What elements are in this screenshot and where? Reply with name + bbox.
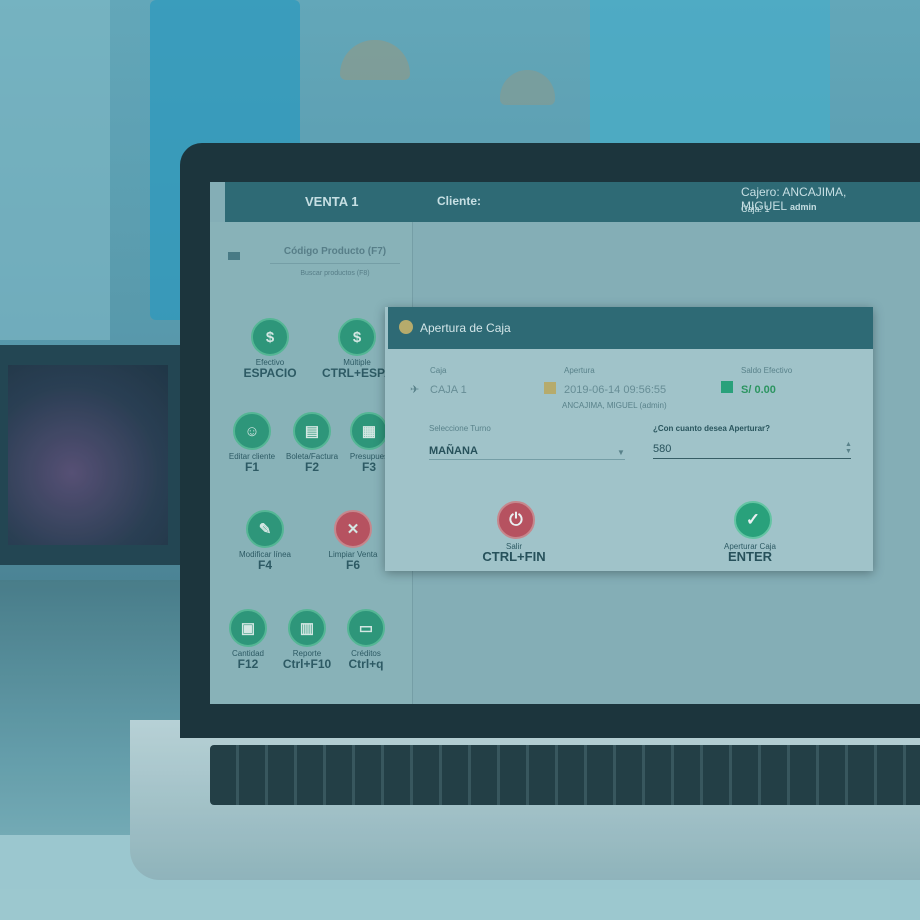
opening-datetime: 2019-06-14 09:56:55 xyxy=(564,384,667,396)
dialog-title: Apertura de Caja xyxy=(420,321,511,335)
open-register-button[interactable]: ✓ xyxy=(734,501,772,539)
opening-amount-input[interactable] xyxy=(653,440,851,459)
multi-payment-icon: $ xyxy=(338,318,376,356)
credits-button[interactable]: ▭ Créditos Ctrl+q xyxy=(331,609,401,671)
background-monitor xyxy=(0,345,180,565)
background-window xyxy=(0,0,110,340)
cash-balance-label: Saldo Efectivo xyxy=(741,366,793,375)
cash-button[interactable]: $ Efectivo ESPACIO xyxy=(235,318,305,380)
exit-key: CTRL+FIN xyxy=(482,549,546,564)
open-register-dialog: Apertura de Caja Caja ✈ CAJA 1 Apertura … xyxy=(385,307,873,571)
clear-icon: ✕ xyxy=(334,510,372,548)
left-function-panel: Código Producto (F7) Buscar productos (F… xyxy=(210,222,413,704)
open-register-key: ENTER xyxy=(727,549,773,564)
shift-label: Seleccione Turno xyxy=(429,424,491,433)
modify-line-button[interactable]: ✎ Modificar línea F4 xyxy=(230,510,300,572)
edit-client-icon: ☺ xyxy=(233,412,271,450)
shift-underline xyxy=(429,459,625,460)
report-icon: ▥ xyxy=(288,609,326,647)
budget-icon: ▦ xyxy=(350,412,388,450)
clock-icon xyxy=(544,382,556,394)
function-key: Ctrl+q xyxy=(348,657,384,671)
function-key: F4 xyxy=(257,558,272,572)
register-value: CAJA 1 xyxy=(430,384,467,396)
background-monitor-screen xyxy=(8,365,168,545)
quantity-icon: ▣ xyxy=(229,609,267,647)
edit-line-icon: ✎ xyxy=(246,510,284,548)
opening-label: Apertura xyxy=(564,366,595,375)
function-key: CTRL+ESPAC xyxy=(322,366,402,380)
background-window xyxy=(590,0,830,150)
credits-icon: ▭ xyxy=(347,609,385,647)
dialog-header: Apertura de Caja xyxy=(388,307,873,349)
power-icon: ⏻ xyxy=(509,510,523,529)
multiple-payment-button[interactable]: $ Múltiple CTRL+ESPAC xyxy=(322,318,402,380)
grid-icon[interactable] xyxy=(228,252,240,260)
cashier-role: admin xyxy=(790,202,817,212)
exit-button[interactable]: ⏻ xyxy=(497,501,535,539)
client-label: Cliente: xyxy=(437,194,482,208)
clear-sale-button[interactable]: ✕ Limpiar Venta F6 xyxy=(318,510,388,572)
cash-icon: $ xyxy=(251,318,289,356)
register-number: Caja: 1 xyxy=(741,204,770,214)
check-icon: ✓ xyxy=(745,510,761,529)
chevron-down-icon[interactable]: ▼ xyxy=(617,448,625,457)
register-icon: ✈ xyxy=(410,384,420,396)
register-label: Caja xyxy=(430,366,447,375)
cash-balance-value: S/ 0.00 xyxy=(741,384,776,396)
function-key: F6 xyxy=(345,558,360,572)
opening-user: ANCAJIMA, MIGUEL (admin) xyxy=(562,401,667,410)
product-code-field[interactable]: Código Producto (F7) xyxy=(270,246,400,264)
shift-select[interactable]: MAÑANA xyxy=(429,445,478,457)
sale-tab[interactable]: VENTA 1 xyxy=(305,194,358,209)
product-search-hint: Buscar productos (F8) xyxy=(300,270,370,277)
function-key: ESPACIO xyxy=(243,366,297,380)
amount-stepper[interactable]: ▲ ▼ xyxy=(845,441,852,455)
money-icon xyxy=(721,381,733,393)
app-header: VENTA 1 Cliente: Cajero: ANCAJIMA, MIGUE… xyxy=(225,182,920,222)
laptop-keyboard xyxy=(210,745,920,805)
amount-label: ¿Con cuanto desea Aperturar? xyxy=(653,424,771,433)
invoice-icon: ▤ xyxy=(293,412,331,450)
app-logo-icon xyxy=(399,320,413,334)
